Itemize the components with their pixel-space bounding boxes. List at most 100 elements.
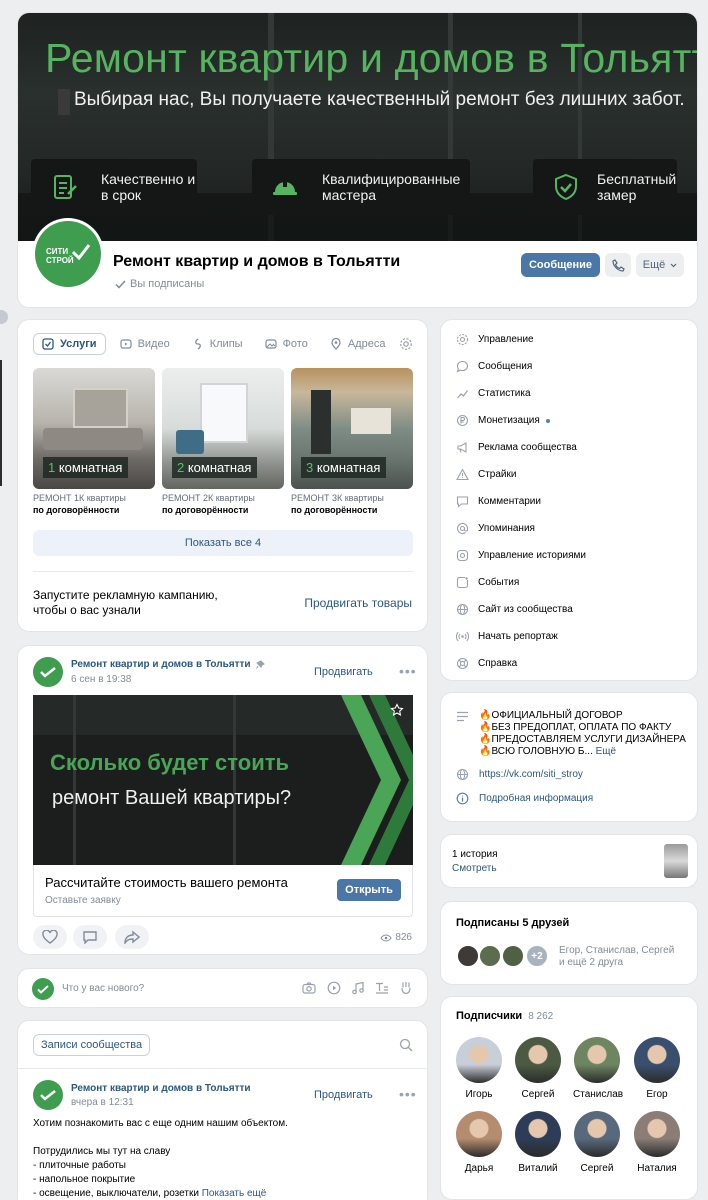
service-item[interactable]: 1 комнатная РЕМОНТ 1К квартиры по догово… (33, 368, 155, 515)
show-more-link[interactable]: Показать ещё (202, 1188, 267, 1199)
divider (33, 571, 413, 572)
gear-icon[interactable] (399, 337, 413, 351)
text-article-icon[interactable] (375, 981, 389, 995)
details-link[interactable]: Подробная информация (479, 793, 593, 804)
menu-label: События (478, 577, 520, 588)
feature-measure: Бесплатный замер (533, 159, 677, 215)
post-menu-icon[interactable]: ••• (399, 663, 417, 679)
story-thumbnail[interactable] (664, 844, 688, 878)
post-image[interactable]: Сколько будет стоить ремонт Вашей кварти… (33, 695, 413, 865)
description-text: 🔥ОФИЦИАЛЬНЫЙ ДОГОВОР 🔥БЕЗ ПРЕДОПЛАТ, ОПЛ… (479, 710, 686, 757)
friends-names: Егор, Станислав, Сергей и ещё 2 друга (559, 945, 674, 969)
menu-item-comments[interactable]: Комментарии (456, 495, 541, 508)
promote-goods-link[interactable]: Продвигать товары (304, 596, 412, 610)
site-link[interactable]: https://vk.com/siti_stroy (479, 769, 583, 780)
music-icon[interactable] (351, 981, 365, 995)
friends-subscribed[interactable]: Подписаны 5 друзей +2 Егор, Станислав, С… (440, 901, 698, 985)
post-author-avatar[interactable] (33, 1080, 63, 1110)
menu-item-site[interactable]: Сайт из сообщества (456, 603, 573, 616)
cta-subtitle: Оставьте заявку (45, 895, 121, 906)
service-photo: 2 комнатная (162, 368, 284, 489)
menu-label: Монетизация (478, 415, 540, 426)
tab-label: Клипы (209, 338, 243, 350)
open-button[interactable]: Открыть (337, 879, 401, 901)
subscriber-item[interactable]: Наталия (633, 1111, 681, 1174)
clips-icon[interactable] (399, 981, 413, 995)
service-name: РЕМОНТ 1К квартиры (33, 493, 126, 503)
post-author-name[interactable]: Ремонт квартир и домов в Тольятти (71, 1083, 251, 1094)
post-date[interactable]: вчера в 12:31 (71, 1097, 134, 1108)
description-more-link[interactable]: Ещё (596, 746, 616, 757)
subscriber-item[interactable]: Игорь (455, 1037, 503, 1100)
menu-item-manage[interactable]: Управление (456, 333, 534, 346)
tab-clips[interactable]: Клипы (184, 333, 251, 355)
promo-text-line: чтобы о вас узнали (33, 603, 141, 617)
menu-item-ads[interactable]: Реклама сообщества (456, 441, 577, 454)
view-stories-link[interactable]: Смотреть (452, 863, 497, 874)
comment-button[interactable] (73, 925, 107, 949)
menu-item-monetization[interactable]: Монетизация (456, 414, 550, 427)
search-icon[interactable] (399, 1038, 413, 1052)
tab-services[interactable]: Услуги (33, 333, 106, 355)
post-image-subline: ремонт Вашей квартиры? (52, 787, 292, 809)
tab-photo[interactable]: Фото (257, 333, 316, 355)
subscriber-item[interactable]: Сергей (514, 1037, 562, 1100)
video-icon[interactable] (327, 981, 341, 995)
promote-button[interactable]: Продвигать (314, 666, 373, 678)
post-author-avatar[interactable] (33, 657, 63, 687)
menu-item-messages[interactable]: Сообщения (456, 360, 532, 373)
service-item[interactable]: 3 комнатная РЕМОНТ 3К квартиры по догово… (291, 368, 413, 515)
composer-placeholder[interactable]: Что у вас нового? (62, 983, 144, 994)
menu-item-stats[interactable]: Статистика (456, 387, 531, 400)
menu-item-broadcast[interactable]: Начать репортаж (456, 630, 558, 643)
camera-icon[interactable] (302, 981, 316, 995)
subscriber-item[interactable]: Сергей (573, 1111, 621, 1174)
wall-tab-community-posts[interactable]: Записи сообщества (33, 1034, 151, 1056)
service-item[interactable]: 2 комнатная РЕМОНТ 2К квартиры по догово… (162, 368, 284, 515)
community-avatar[interactable]: СИТИ СТРОЙ (32, 218, 104, 290)
menu-item-mentions[interactable]: Упоминания (456, 522, 535, 535)
post-composer[interactable]: Что у вас нового? (17, 968, 428, 1008)
subscribed-label: Вы подписаны (130, 278, 205, 290)
like-button[interactable] (33, 925, 67, 949)
tab-label: Услуги (60, 338, 97, 350)
divider (18, 1068, 427, 1069)
service-price: по договорённости (291, 505, 378, 515)
at-icon (456, 522, 469, 535)
menu-item-help[interactable]: Справка (456, 657, 517, 670)
subscriber-item[interactable]: Дарья (455, 1111, 503, 1174)
post-author-name: Ремонт квартир и домов в Тольятти (71, 659, 251, 670)
post-menu-icon[interactable]: ••• (399, 1086, 417, 1102)
subscriber-item[interactable]: Виталий (514, 1111, 562, 1174)
subscriber-avatar (456, 1037, 502, 1083)
pin-icon (256, 660, 266, 669)
subscriber-item[interactable]: Станислав (573, 1037, 623, 1100)
tab-addresses[interactable]: Адреса (322, 333, 394, 355)
menu-item-strikes[interactable]: Страйки (456, 468, 516, 481)
tab-video[interactable]: Видео (112, 333, 178, 355)
subscriber-name: Наталия (637, 1163, 677, 1174)
calendar-icon (456, 576, 469, 589)
menu-item-events[interactable]: События (456, 576, 519, 589)
banner-title: Ремонт квартир и домов в Тольятти (45, 35, 698, 81)
call-button[interactable] (605, 253, 631, 277)
content-tabs: Услуги Видео Клипы Фото Адреса (33, 333, 399, 355)
menu-item-stories[interactable]: Управление историями (456, 549, 586, 562)
post-author[interactable]: Ремонт квартир и домов в Тольятти (71, 659, 266, 670)
subscribed-status[interactable]: Вы подписаны (115, 278, 204, 290)
show-all-button[interactable]: Показать все 4 (33, 530, 413, 556)
photo-icon (264, 338, 277, 350)
heart-icon (42, 930, 58, 944)
post-date[interactable]: 6 сен в 19:38 (71, 674, 131, 685)
message-button[interactable]: Сообщение (521, 253, 600, 277)
bookmark-star-icon[interactable] (390, 703, 404, 717)
promote-button[interactable]: Продвигать (314, 1089, 373, 1101)
chevron-down-icon (670, 263, 677, 268)
share-button[interactable] (115, 925, 149, 949)
subscriber-item[interactable]: Егор (633, 1037, 681, 1100)
menu-label: Сайт из сообщества (478, 604, 573, 615)
stories-block[interactable]: 1 история Смотреть (440, 834, 698, 888)
more-button[interactable]: Ещё (636, 253, 684, 277)
subscribers-title[interactable]: Подписчики 8 262 (456, 1010, 553, 1022)
friends-title: Подписаны 5 друзей (456, 917, 570, 929)
